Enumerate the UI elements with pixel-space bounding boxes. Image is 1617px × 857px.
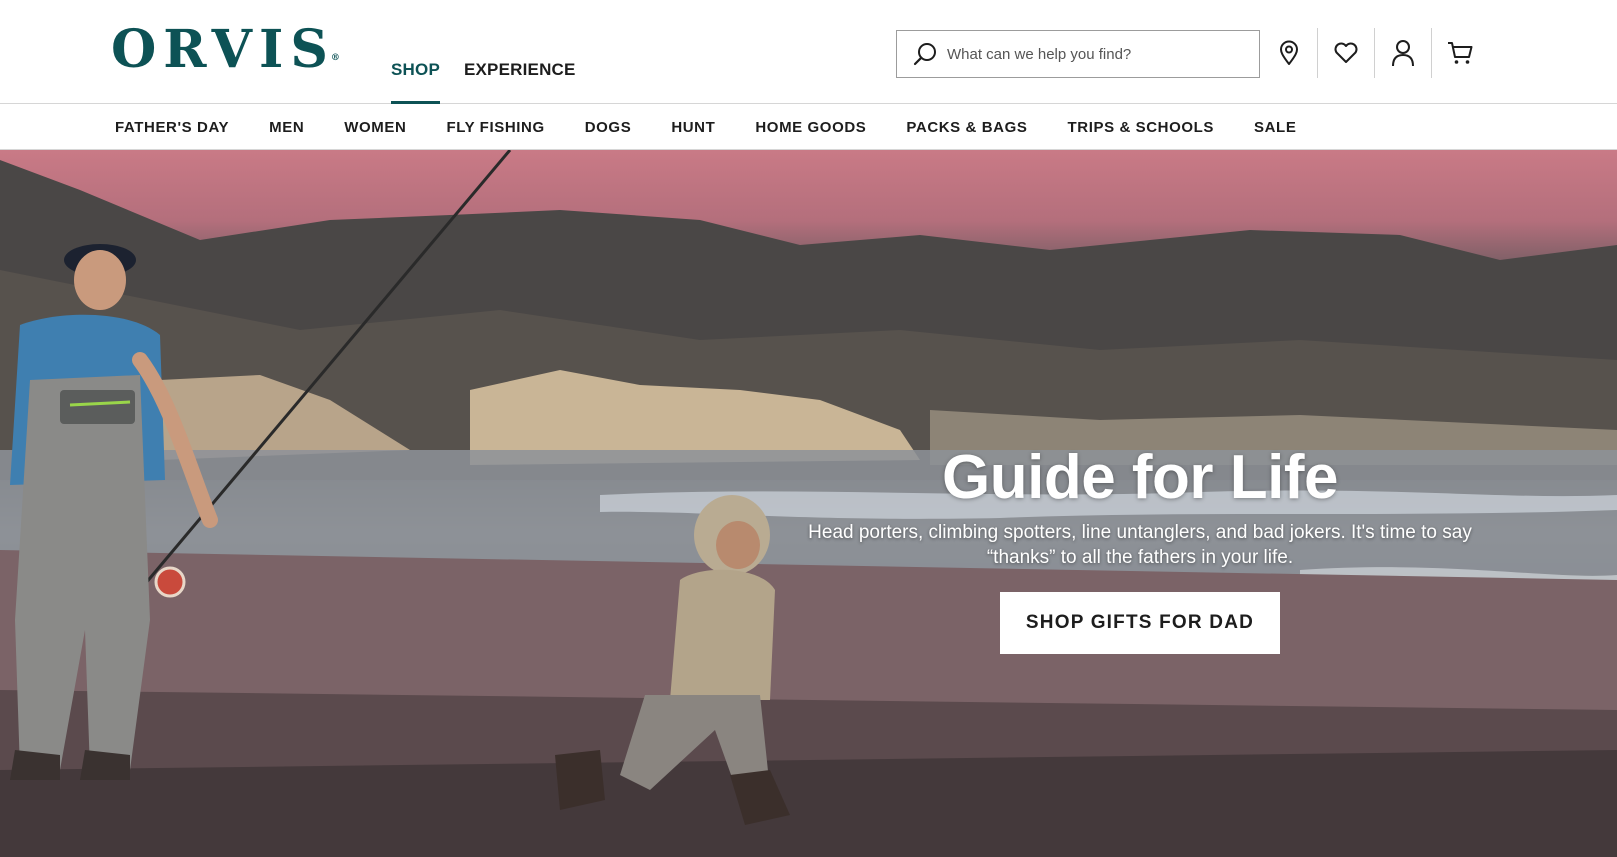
category-men[interactable]: MEN	[269, 119, 304, 136]
search-icon[interactable]	[903, 31, 947, 77]
search-box[interactable]	[896, 30, 1260, 78]
top-nav: SHOP EXPERIENCE	[391, 0, 576, 105]
hero-subtitle-line-1: Head porters, climbing spotters, line un…	[808, 522, 1472, 543]
header-icons	[1260, 26, 1488, 80]
hero-subtitle: Head porters, climbing spotters, line un…	[800, 520, 1480, 570]
category-hunt[interactable]: HUNT	[671, 119, 715, 136]
category-fathers-day[interactable]: FATHER'S DAY	[115, 119, 229, 136]
top-nav-experience[interactable]: EXPERIENCE	[464, 0, 576, 104]
hero-title: Guide for Life	[942, 443, 1339, 512]
registered-mark: ®	[330, 53, 340, 63]
location-pin-icon[interactable]	[1260, 26, 1317, 80]
category-trips-schools[interactable]: TRIPS & SCHOOLS	[1068, 119, 1215, 136]
logo-text: ORVIS	[111, 19, 335, 80]
hero-banner: Guide for Life Head porters, climbing sp…	[0, 150, 1617, 857]
search-input[interactable]	[947, 45, 1237, 63]
category-women[interactable]: WOMEN	[344, 119, 406, 136]
category-sale[interactable]: SALE	[1254, 119, 1296, 136]
orvis-logo[interactable]: ORVIS®	[111, 22, 344, 78]
heart-icon[interactable]	[1317, 26, 1374, 80]
category-packs-bags[interactable]: PACKS & BAGS	[906, 119, 1027, 136]
hero-subtitle-line-2: “thanks” to all the fathers in your life…	[986, 547, 1294, 568]
category-home-goods[interactable]: HOME GOODS	[755, 119, 866, 136]
category-nav: FATHER'S DAY MEN WOMEN FLY FISHING DOGS …	[0, 104, 1617, 150]
category-fly-fishing[interactable]: FLY FISHING	[446, 119, 544, 136]
cart-icon[interactable]	[1431, 26, 1488, 80]
category-dogs[interactable]: DOGS	[585, 119, 632, 136]
top-nav-shop[interactable]: SHOP	[391, 0, 440, 105]
hero-content: Guide for Life Head porters, climbing sp…	[800, 440, 1480, 654]
site-header: ORVIS® SHOP EXPERIENCE	[0, 0, 1617, 105]
account-icon[interactable]	[1374, 26, 1431, 80]
shop-gifts-for-dad-button[interactable]: SHOP GIFTS FOR DAD	[999, 592, 1281, 654]
